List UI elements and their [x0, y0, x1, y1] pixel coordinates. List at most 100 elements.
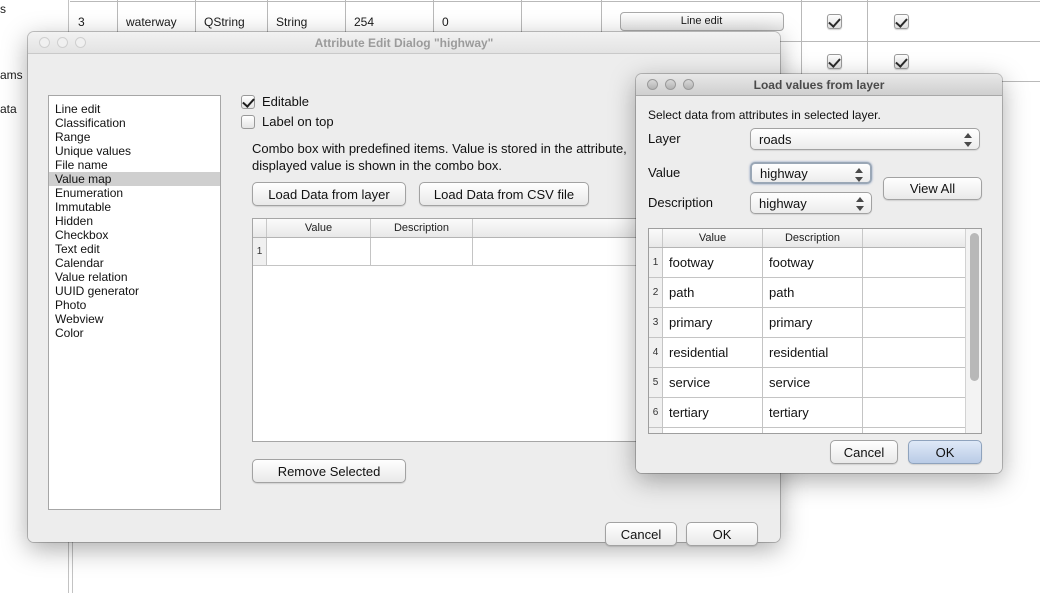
list-item-value-relation[interactable]: Value relation [49, 270, 220, 284]
cell-value[interactable]: tertiary [663, 398, 763, 427]
cell-empty [863, 398, 981, 427]
label-on-top-checkbox[interactable] [241, 115, 255, 129]
minimize-icon[interactable] [57, 37, 68, 48]
value-column-header: Value [267, 219, 371, 237]
cell-value[interactable]: primary [663, 308, 763, 337]
window-controls[interactable] [647, 79, 694, 90]
list-item-hidden[interactable]: Hidden [49, 214, 220, 228]
cell-description[interactable]: path [763, 278, 863, 307]
cell-empty [863, 428, 981, 434]
close-icon[interactable] [647, 79, 658, 90]
load-values-intro-text: Select data from attributes in selected … [648, 108, 881, 122]
load-values-table-header: Value Description [649, 229, 981, 248]
load-values-cancel-button[interactable]: Cancel [830, 440, 898, 464]
row-number: 4 [649, 338, 663, 367]
table-row[interactable]: 4 residential residential [649, 338, 981, 368]
remove-selected-button[interactable]: Remove Selected [252, 459, 406, 483]
attribute-dialog-cancel-button[interactable]: Cancel [605, 522, 677, 546]
alias-checkbox[interactable] [827, 54, 842, 69]
minimize-icon[interactable] [665, 79, 676, 90]
cell-value[interactable]: track [663, 428, 763, 434]
value-select[interactable]: highway [750, 162, 872, 184]
cell-value[interactable]: footway [663, 248, 763, 277]
cell-value[interactable] [267, 238, 371, 265]
attribute-dialog-titlebar[interactable]: Attribute Edit Dialog "highway" [28, 32, 780, 54]
list-item-photo[interactable]: Photo [49, 298, 220, 312]
editable-checkbox[interactable] [241, 95, 255, 109]
edit-widget-button[interactable]: Line edit [620, 12, 784, 31]
maximize-icon[interactable] [683, 79, 694, 90]
list-item-webview[interactable]: Webview [49, 312, 220, 326]
load-values-ok-button[interactable]: OK [908, 440, 982, 464]
list-item-calendar[interactable]: Calendar [49, 256, 220, 270]
close-icon[interactable] [39, 37, 50, 48]
empty-column-header [863, 229, 981, 247]
list-item-enumeration[interactable]: Enumeration [49, 186, 220, 200]
layer-select-value: roads [759, 132, 792, 147]
attribute-dialog-title: Attribute Edit Dialog "highway" [28, 36, 780, 50]
layer-select[interactable]: roads [750, 128, 980, 150]
row-number: 3 [649, 308, 663, 337]
cell-description[interactable] [371, 238, 473, 265]
wms-checkbox[interactable] [894, 14, 909, 29]
cell-wms-checkbox[interactable] [868, 2, 934, 42]
chevron-updown-icon [855, 167, 864, 183]
load-values-table-scrollbar[interactable] [965, 229, 981, 433]
cell-description[interactable]: primary [763, 308, 863, 337]
table-row[interactable]: 5 service service [649, 368, 981, 398]
load-data-from-layer-button[interactable]: Load Data from layer [252, 182, 406, 206]
row-number: 1 [253, 238, 267, 265]
cell-value[interactable]: path [663, 278, 763, 307]
load-data-from-csv-button[interactable]: Load Data from CSV file [419, 182, 589, 206]
cell-description[interactable]: service [763, 368, 863, 397]
window-controls[interactable] [39, 37, 86, 48]
cell-alias-checkbox[interactable] [802, 2, 868, 42]
load-values-table[interactable]: Value Description 1 footway footway 2 pa… [648, 228, 982, 434]
value-map-table-header: Value Description [253, 219, 691, 238]
list-item-color[interactable]: Color [49, 326, 220, 340]
row-number: 1 [649, 248, 663, 277]
list-item-value-map[interactable]: Value map [49, 172, 220, 186]
list-item-immutable[interactable]: Immutable [49, 200, 220, 214]
alias-checkbox[interactable] [827, 14, 842, 29]
list-item-line-edit[interactable]: Line edit [49, 102, 220, 116]
description-select[interactable]: highway [750, 192, 872, 214]
value-map-table[interactable]: Value Description 1 [252, 218, 692, 442]
table-row[interactable]: 6 tertiary tertiary [649, 398, 981, 428]
table-row[interactable]: 1 [253, 238, 691, 266]
table-row[interactable]: 7 track track [649, 428, 981, 434]
list-item-text-edit[interactable]: Text edit [49, 242, 220, 256]
list-item-file-name[interactable]: File name [49, 158, 220, 172]
editable-checkbox-row[interactable]: Editable [241, 94, 309, 109]
cell-value[interactable]: service [663, 368, 763, 397]
list-item-range[interactable]: Range [49, 130, 220, 144]
value-select-value: highway [760, 166, 808, 181]
table-row[interactable]: 2 path path [649, 278, 981, 308]
view-all-button[interactable]: View All [883, 177, 982, 200]
value-field-label: Value [648, 165, 680, 180]
wms-checkbox[interactable] [894, 54, 909, 69]
cell-description[interactable]: track [763, 428, 863, 434]
layer-field-label: Layer [648, 131, 681, 146]
list-item-unique-values[interactable]: Unique values [49, 144, 220, 158]
maximize-icon[interactable] [75, 37, 86, 48]
background-sidebar-fragment-2: ams [0, 68, 23, 82]
list-item-uuid-generator[interactable]: UUID generator [49, 284, 220, 298]
table-row[interactable]: 1 footway footway [649, 248, 981, 278]
editable-label: Editable [262, 94, 309, 109]
list-item-classification[interactable]: Classification [49, 116, 220, 130]
cell-description[interactable]: residential [763, 338, 863, 367]
scrollbar-thumb[interactable] [970, 233, 979, 381]
cell-value[interactable]: residential [663, 338, 763, 367]
row-number: 7 [649, 428, 663, 434]
load-values-dialog-titlebar[interactable]: Load values from layer [636, 74, 1002, 96]
cell-description[interactable]: tertiary [763, 398, 863, 427]
label-on-top-checkbox-row[interactable]: Label on top [241, 114, 334, 129]
cell-empty [863, 278, 981, 307]
table-row[interactable]: 3 primary primary [649, 308, 981, 338]
chevron-updown-icon [856, 196, 865, 212]
cell-description[interactable]: footway [763, 248, 863, 277]
attribute-dialog-ok-button[interactable]: OK [686, 522, 758, 546]
widget-type-list[interactable]: Line edit Classification Range Unique va… [48, 95, 221, 510]
list-item-checkbox[interactable]: Checkbox [49, 228, 220, 242]
